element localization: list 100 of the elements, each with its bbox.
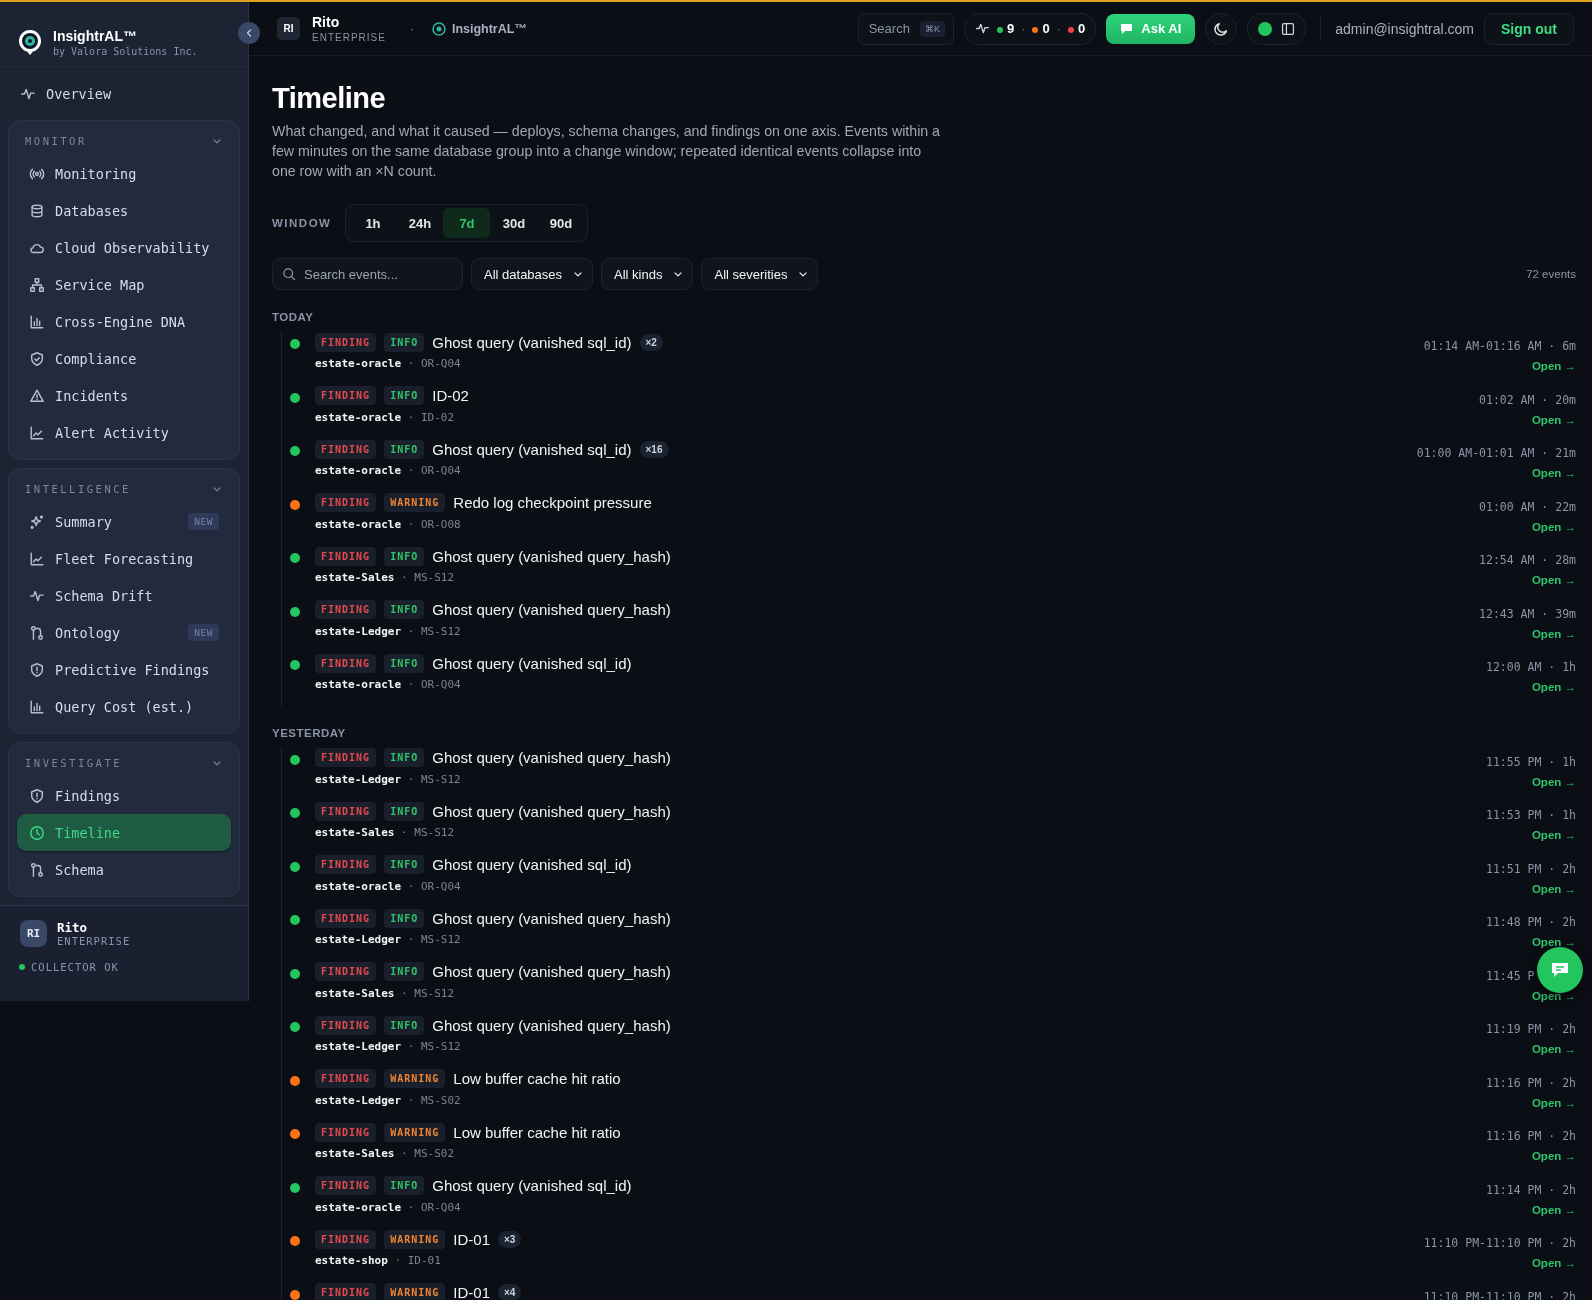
event-source: estate-Ledger · MS-S12: [315, 772, 462, 786]
kind-tag: FINDING: [315, 653, 377, 673]
open-link[interactable]: Open →: [1531, 882, 1576, 895]
nav-item[interactable]: Compliance: [17, 340, 231, 377]
event-title: Ghost query (vanished query_hash): [432, 909, 671, 927]
window-label: WINDOW: [272, 217, 332, 229]
event-source: estate-oracle · OR-Q04: [315, 464, 462, 477]
collapse-sidebar-button[interactable]: [238, 22, 260, 44]
section-header[interactable]: INVESTIGATE: [17, 749, 231, 777]
user-avatar: RI: [20, 920, 47, 947]
open-link[interactable]: Open →: [1531, 1203, 1576, 1216]
nav-item[interactable]: Databases: [17, 192, 231, 229]
open-link[interactable]: Open →: [1531, 413, 1576, 426]
window-option[interactable]: 30d: [490, 208, 538, 238]
brand-name: InsightrAL™: [53, 27, 138, 44]
open-link[interactable]: Open →: [1531, 829, 1576, 841]
severity-dot: [290, 861, 300, 872]
open-link[interactable]: Open →: [1531, 520, 1576, 533]
kind-tag: FINDING: [315, 1176, 377, 1195]
window-option[interactable]: 90d: [537, 208, 585, 238]
count-badge: ×16: [639, 440, 669, 458]
open-link[interactable]: Open →: [1531, 1257, 1576, 1269]
event-time: 11:10 PM-11:10 PM · 2h: [1423, 1289, 1576, 1300]
nav-item[interactable]: Schema: [17, 851, 231, 888]
nav-item[interactable]: Cloud Observability: [17, 229, 231, 266]
filter-dropdown[interactable]: All severities: [701, 258, 819, 290]
event-time: 11:51 PM · 2h: [1486, 861, 1576, 876]
open-link[interactable]: Open →: [1531, 627, 1576, 640]
nav-item[interactable]: Alert Activity: [17, 414, 231, 451]
nav-item[interactable]: Schema Drift: [17, 577, 231, 614]
search-field[interactable]: Search events...: [272, 258, 463, 290]
kind-tag: FINDING: [315, 1122, 377, 1142]
severity-tag: WARNING: [384, 1122, 446, 1142]
event-source: estate-oracle · ID-02: [315, 410, 456, 424]
clock-icon: [29, 824, 45, 841]
nav-item[interactable]: Incidents: [17, 377, 231, 414]
severity-tag: WARNING: [384, 1229, 446, 1249]
line-chart-icon: [29, 550, 45, 567]
filter-dropdown[interactable]: All databases: [471, 258, 594, 290]
open-link[interactable]: Open →: [1531, 989, 1576, 1002]
nav-item[interactable]: Overview: [8, 75, 240, 112]
count-badge: ×3: [498, 1230, 522, 1248]
view-toggle[interactable]: [1247, 12, 1307, 45]
severity-tag: INFO: [384, 439, 425, 459]
severity-dot: [290, 553, 300, 563]
shield-alert-icon: [29, 661, 45, 678]
event-time: 01:00 AM-01:01 AM · 21m: [1416, 446, 1576, 460]
group-label: YESTERDAY: [272, 726, 347, 739]
window-option[interactable]: 1h: [349, 208, 397, 238]
open-link[interactable]: Open →: [1531, 775, 1576, 788]
severity-dot: [290, 392, 300, 403]
nav-item[interactable]: Timeline: [17, 814, 231, 851]
event-source: estate-oracle · OR-Q04: [315, 1200, 462, 1214]
event-title: Ghost query (vanished sql_id): [432, 440, 632, 458]
severity-tag: INFO: [384, 962, 425, 981]
shield-alert-icon: [29, 787, 45, 804]
nav-item[interactable]: Predictive Findings: [17, 651, 231, 688]
search-button[interactable]: Search ⌘K: [857, 12, 954, 45]
chat-button[interactable]: [1537, 947, 1583, 993]
open-link[interactable]: Open →: [1531, 1096, 1576, 1109]
nav-item[interactable]: Query Cost (est.): [17, 688, 231, 725]
nav-item[interactable]: Service Map: [17, 266, 231, 303]
status-count: 9: [1006, 21, 1015, 36]
window-option[interactable]: 7d: [443, 208, 491, 238]
filter-dropdown[interactable]: All kinds: [601, 258, 694, 290]
open-link[interactable]: Open →: [1531, 574, 1576, 586]
section-header[interactable]: MONITOR: [17, 127, 231, 155]
event-title: Ghost query (vanished query_hash): [432, 547, 671, 565]
event-time: 12:54 AM · 28m: [1479, 553, 1576, 567]
product-name: InsightrAL™: [451, 21, 527, 36]
kind-tag: FINDING: [315, 1069, 377, 1088]
open-link[interactable]: Open →: [1531, 1043, 1576, 1055]
sign-out-button[interactable]: Sign out: [1484, 12, 1574, 45]
nav-item[interactable]: Cross-Engine DNA: [17, 303, 231, 340]
severity-dot: [290, 1182, 300, 1193]
kind-tag: FINDING: [315, 908, 377, 928]
kind-tag: FINDING: [315, 439, 377, 459]
event-time: 11:16 PM · 2h: [1486, 1129, 1576, 1143]
open-link[interactable]: Open →: [1531, 360, 1576, 372]
kind-tag: FINDING: [315, 748, 377, 767]
window-option[interactable]: 24h: [396, 208, 444, 238]
open-link[interactable]: Open →: [1531, 936, 1576, 948]
severity-dot: [290, 915, 300, 925]
status-pill[interactable]: 9 · 0 · 0: [963, 12, 1097, 45]
nav-item[interactable]: Fleet Forecasting: [17, 540, 231, 577]
open-link[interactable]: Open →: [1531, 681, 1576, 693]
nav-item[interactable]: Monitoring: [17, 155, 231, 192]
nav-item[interactable]: Ontology NEW: [17, 614, 231, 651]
open-link[interactable]: Open →: [1531, 1150, 1576, 1162]
kind-tag: FINDING: [315, 1015, 377, 1035]
user-email: admin@insightral.com: [1335, 20, 1474, 37]
nav-item[interactable]: Findings: [17, 777, 231, 814]
new-badge: NEW: [188, 513, 219, 530]
event-title: Ghost query (vanished query_hash): [432, 1016, 671, 1034]
sidebar-panel-icon: [1281, 21, 1296, 36]
event-title: Redo log checkpoint pressure: [453, 494, 652, 511]
nav-item[interactable]: Summary NEW: [17, 503, 231, 540]
chat-icon: [1120, 22, 1134, 35]
section-header[interactable]: INTELLIGENCE: [17, 475, 231, 503]
open-link[interactable]: Open →: [1531, 467, 1576, 479]
